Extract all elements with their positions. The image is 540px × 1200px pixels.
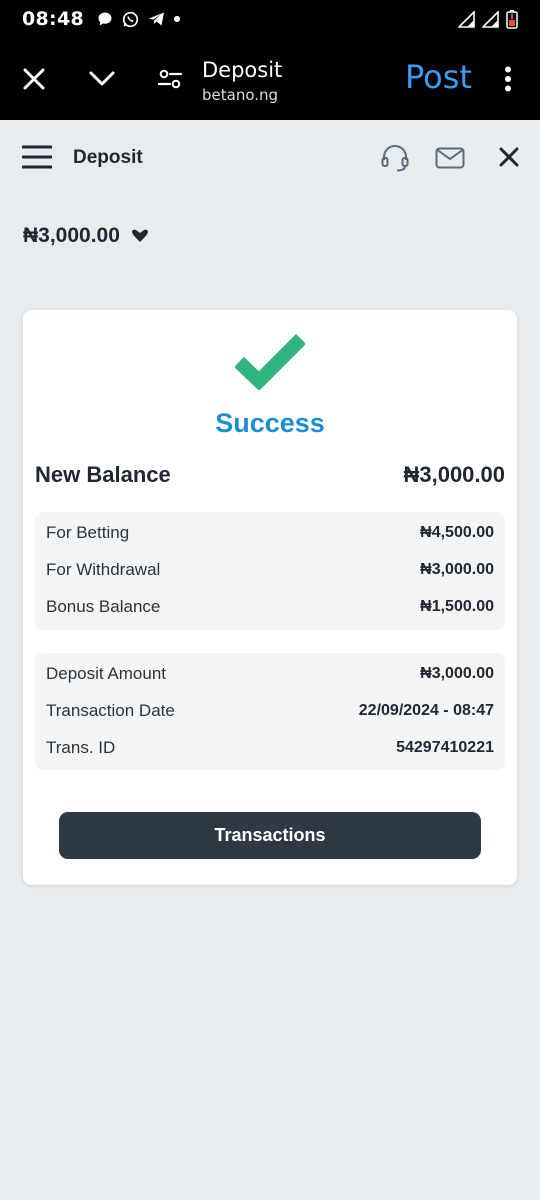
deposit-amount-label: Deposit Amount: [46, 664, 167, 684]
close-browser-button[interactable]: [18, 38, 50, 120]
transactions-button[interactable]: Transactions: [59, 812, 481, 859]
more-notifications-dot: [173, 16, 180, 22]
hamburger-icon: [21, 145, 53, 169]
deposit-success-card: Success New Balance ₦3,000.00 For Bettin…: [23, 310, 517, 885]
list-item: Bonus Balance ₦1,500.00: [46, 588, 494, 625]
headset-icon: [381, 145, 409, 172]
list-item: Transaction Date 22/09/2024 - 08:47: [46, 693, 494, 730]
transaction-date-label: Transaction Date: [46, 701, 175, 721]
mail-icon: [435, 147, 465, 169]
signal-icon-2: [482, 10, 499, 28]
browser-page-title: Deposit: [202, 58, 283, 82]
page-header: Deposit: [0, 120, 540, 196]
browser-url: betano.ng: [202, 86, 279, 104]
balance-dropdown[interactable]: ₦3,000.00: [23, 224, 150, 248]
caret-down-icon: [131, 229, 148, 242]
system-icons: [458, 9, 518, 29]
withdrawal-balance-label: For Withdrawal: [46, 560, 161, 580]
page-title: Deposit: [73, 147, 143, 168]
betting-balance-value: ₦4,500.00: [420, 524, 494, 542]
notification-icons: [97, 11, 180, 28]
whatsapp-icon: [122, 11, 139, 27]
list-item: For Betting ₦4,500.00: [46, 515, 494, 552]
hamburger-menu-button[interactable]: [21, 144, 53, 175]
browser-toolbar: Deposit betano.ng Post: [0, 38, 540, 120]
deposit-amount-value: ₦3,000.00: [420, 665, 494, 683]
success-check-icon: [235, 334, 305, 390]
close-deposit-button[interactable]: [499, 147, 519, 172]
transaction-id-value: 54297410221: [396, 738, 494, 756]
withdrawal-balance-value: ₦3,000.00: [420, 561, 494, 579]
close-icon: [23, 68, 45, 90]
bonus-balance-label: Bonus Balance: [46, 596, 161, 616]
balance-amount: ₦3,000.00: [23, 224, 120, 247]
tune-icon: [157, 69, 183, 89]
betting-balance-label: For Betting: [46, 523, 130, 543]
close-icon: [499, 147, 519, 167]
new-balance-value: ₦3,000.00: [403, 462, 505, 487]
success-title: Success: [215, 408, 325, 438]
chat-bubble-icon: [98, 12, 112, 26]
bonus-balance-value: ₦1,500.00: [420, 597, 494, 615]
telegram-icon: [148, 12, 164, 26]
list-item: Deposit Amount ₦3,000.00: [46, 656, 494, 693]
site-settings-button[interactable]: [155, 38, 185, 120]
transaction-id-label: Trans. ID: [46, 737, 116, 757]
status-bar: 08:48: [0, 0, 540, 38]
battery-low-icon: [506, 10, 518, 29]
status-time: 08:48: [22, 8, 84, 30]
list-item: Trans. ID 54297410221: [46, 729, 494, 766]
messages-button[interactable]: [435, 147, 465, 174]
list-item: For Withdrawal ₦3,000.00: [46, 552, 494, 589]
post-button[interactable]: Post: [405, 58, 472, 96]
transaction-date-value: 22/09/2024 - 08:47: [358, 702, 494, 720]
new-balance-row: New Balance ₦3,000.00: [35, 462, 505, 488]
chevron-down-icon: [89, 71, 115, 86]
transaction-details: Deposit Amount ₦3,000.00 Transaction Dat…: [35, 653, 505, 770]
signal-icon: [458, 10, 475, 28]
new-balance-label: New Balance: [35, 462, 171, 487]
browser-menu-button[interactable]: [498, 38, 518, 120]
support-button[interactable]: [380, 143, 410, 178]
balance-breakdown: For Betting ₦4,500.00 For Withdrawal ₦3,…: [35, 512, 505, 630]
collapse-button[interactable]: [86, 38, 118, 120]
more-vertical-icon: [505, 66, 511, 92]
